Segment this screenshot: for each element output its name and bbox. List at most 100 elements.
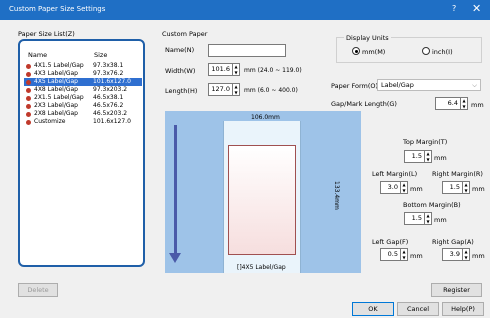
label-area <box>228 145 296 255</box>
paper-name: 4X5 Label/Gap <box>34 78 78 85</box>
width-label: Width(W) <box>165 67 196 75</box>
paper-size: 46.5x76.2 <box>93 102 124 109</box>
paper-size-list-label: Paper Size List(Z) <box>18 30 75 38</box>
length-range: mm (6.0 ~ 400.0) <box>244 87 298 94</box>
right-margin-stepper[interactable]: ▲ ▼ <box>463 181 470 194</box>
left-gap-label: Left Gap(F) <box>372 238 409 246</box>
paper-size-icon <box>26 63 31 69</box>
top-margin-stepper[interactable]: ▲ ▼ <box>425 150 432 163</box>
paper-name: 2X1.5 Label/Gap <box>34 94 84 101</box>
paper-name: 4X1.5 Label/Gap <box>34 62 84 69</box>
length-label: Length(H) <box>165 87 198 95</box>
right-margin-input[interactable]: 1.5 <box>442 181 463 194</box>
gap-mark-length-input[interactable]: 6.4 <box>435 97 461 110</box>
paper-size-icon <box>26 103 31 109</box>
dialog-body: Paper Size List(Z) Name Size 4X1.5 Label… <box>0 20 490 318</box>
paper-size-icon <box>26 71 31 77</box>
paper-size-icon <box>26 111 31 117</box>
column-header-size[interactable]: Size <box>94 51 107 59</box>
gap-mark-length-label: Gap/Mark Length(G) <box>331 100 397 108</box>
inch-radio[interactable] <box>422 47 430 55</box>
help-icon[interactable]: ? <box>452 4 456 13</box>
window-title: Custom Paper Size Settings <box>9 5 106 13</box>
paper-size: 97.3x203.2 <box>93 86 128 93</box>
paper-size: 101.6x127.0 <box>93 118 131 125</box>
length-input[interactable]: 127.0 <box>208 83 233 96</box>
paper-name: 2X8 Label/Gap <box>34 110 78 117</box>
width-input[interactable]: 101.6 <box>208 63 233 76</box>
bottom-margin-unit: mm <box>434 216 447 224</box>
length-stepper[interactable]: ▲ ▼ <box>233 83 240 96</box>
paper-size: 46.5x38.1 <box>93 94 124 101</box>
top-margin-label: Top Margin(T) <box>403 138 448 146</box>
display-units-label: Display Units <box>344 34 391 42</box>
ok-button[interactable]: OK <box>352 302 394 316</box>
width-stepper[interactable]: ▲ ▼ <box>233 63 240 76</box>
left-margin-unit: mm <box>410 185 423 193</box>
left-gap-stepper[interactable]: ▲ ▼ <box>401 248 408 261</box>
paper-size-icon <box>26 95 31 101</box>
list-item[interactable]: 2X3 Label/Gap 46.5x76.2 <box>24 102 142 110</box>
right-gap-stepper[interactable]: ▲ ▼ <box>463 248 470 261</box>
left-gap-input[interactable]: 0.5 <box>380 248 401 261</box>
paper-size-icon <box>26 87 31 93</box>
name-label: Name(N) <box>165 46 195 54</box>
list-item[interactable]: 4X5 Label/Gap 101.6x127.0 <box>24 78 142 86</box>
right-gap-label: Right Gap(A) <box>432 238 474 246</box>
paper-size: 101.6x127.0 <box>93 78 131 85</box>
right-margin-label: Right Margin(R) <box>432 170 483 178</box>
name-field[interactable] <box>208 44 286 57</box>
bottom-margin-input[interactable]: 1.5 <box>404 212 425 225</box>
list-item[interactable]: 4X1.5 Label/Gap 97.3x38.1 <box>24 62 142 70</box>
register-button[interactable]: Register <box>431 283 482 297</box>
paper-name: 2X3 Label/Gap <box>34 102 78 109</box>
help-button[interactable]: Help(P) <box>442 302 484 316</box>
paper-form-value: Label/Gap <box>381 81 414 89</box>
mm-radio-label[interactable]: mm(M) <box>362 48 385 56</box>
mm-radio[interactable] <box>352 47 360 55</box>
preview-height-text: 133.4mm <box>333 181 340 210</box>
bottom-margin-stepper[interactable]: ▲ ▼ <box>425 212 432 225</box>
title-bar: Custom Paper Size Settings ? ✕ <box>0 0 490 20</box>
feed-arrow-shaft <box>174 125 177 255</box>
paper-size: 97.3x38.1 <box>93 62 124 69</box>
paper-size: 97.3x76.2 <box>93 70 124 77</box>
paper-size-list[interactable]: Name Size 4X1.5 Label/Gap 97.3x38.1 4X3 La… <box>18 39 145 267</box>
right-gap-input[interactable]: 3.9 <box>442 248 463 261</box>
feed-direction-arrow-icon <box>169 253 181 263</box>
list-item[interactable]: 2X8 Label/Gap 46.5x203.2 <box>24 110 142 118</box>
bottom-margin-label: Bottom Margin(B) <box>403 201 461 209</box>
left-margin-input[interactable]: 3.0 <box>380 181 401 194</box>
paper-form-label: Paper Form(O) <box>331 82 379 90</box>
custom-paper-label: Custom Paper <box>162 30 208 38</box>
list-item[interactable]: Customize 101.6x127.0 <box>24 118 142 126</box>
list-item[interactable]: 2X1.5 Label/Gap 46.5x38.1 <box>24 94 142 102</box>
paper-form-select[interactable]: Label/Gap ⌵ <box>377 79 481 91</box>
left-margin-label: Left Margin(L) <box>372 170 418 178</box>
paper-size-icon <box>26 119 31 125</box>
left-margin-stepper[interactable]: ▲ ▼ <box>401 181 408 194</box>
gap-mark-length-unit: mm <box>471 101 484 109</box>
paper-name: Customize <box>34 118 66 125</box>
paper-size: 46.5x203.2 <box>93 110 128 117</box>
right-gap-unit: mm <box>472 252 485 260</box>
list-item[interactable]: 4X3 Label/Gap 97.3x76.2 <box>24 70 142 78</box>
gap-mark-length-stepper[interactable]: ▲ ▼ <box>461 97 468 110</box>
cancel-button[interactable]: Cancel <box>397 302 439 316</box>
preview-caption: []4X5 Label/Gap <box>237 264 286 271</box>
top-margin-unit: mm <box>434 154 447 162</box>
preview-width-text: 106.0mm <box>251 114 280 121</box>
chevron-down-icon: ⌵ <box>472 81 477 89</box>
width-range: mm (24.0 ~ 119.0) <box>244 67 302 74</box>
column-header-name[interactable]: Name <box>28 51 47 59</box>
inch-radio-label[interactable]: inch(I) <box>432 48 453 56</box>
close-icon[interactable]: ✕ <box>472 2 481 15</box>
list-item[interactable]: 4X8 Label/Gap 97.3x203.2 <box>24 86 142 94</box>
paper-size-icon <box>26 79 31 85</box>
top-margin-input[interactable]: 1.5 <box>404 150 425 163</box>
paper-name: 4X8 Label/Gap <box>34 86 78 93</box>
delete-button[interactable]: Delete <box>18 283 58 297</box>
paper-preview: 106.0mm 133.4mm []4X5 Label/Gap <box>165 111 361 273</box>
paper-name: 4X3 Label/Gap <box>34 70 78 77</box>
right-margin-unit: mm <box>472 185 485 193</box>
